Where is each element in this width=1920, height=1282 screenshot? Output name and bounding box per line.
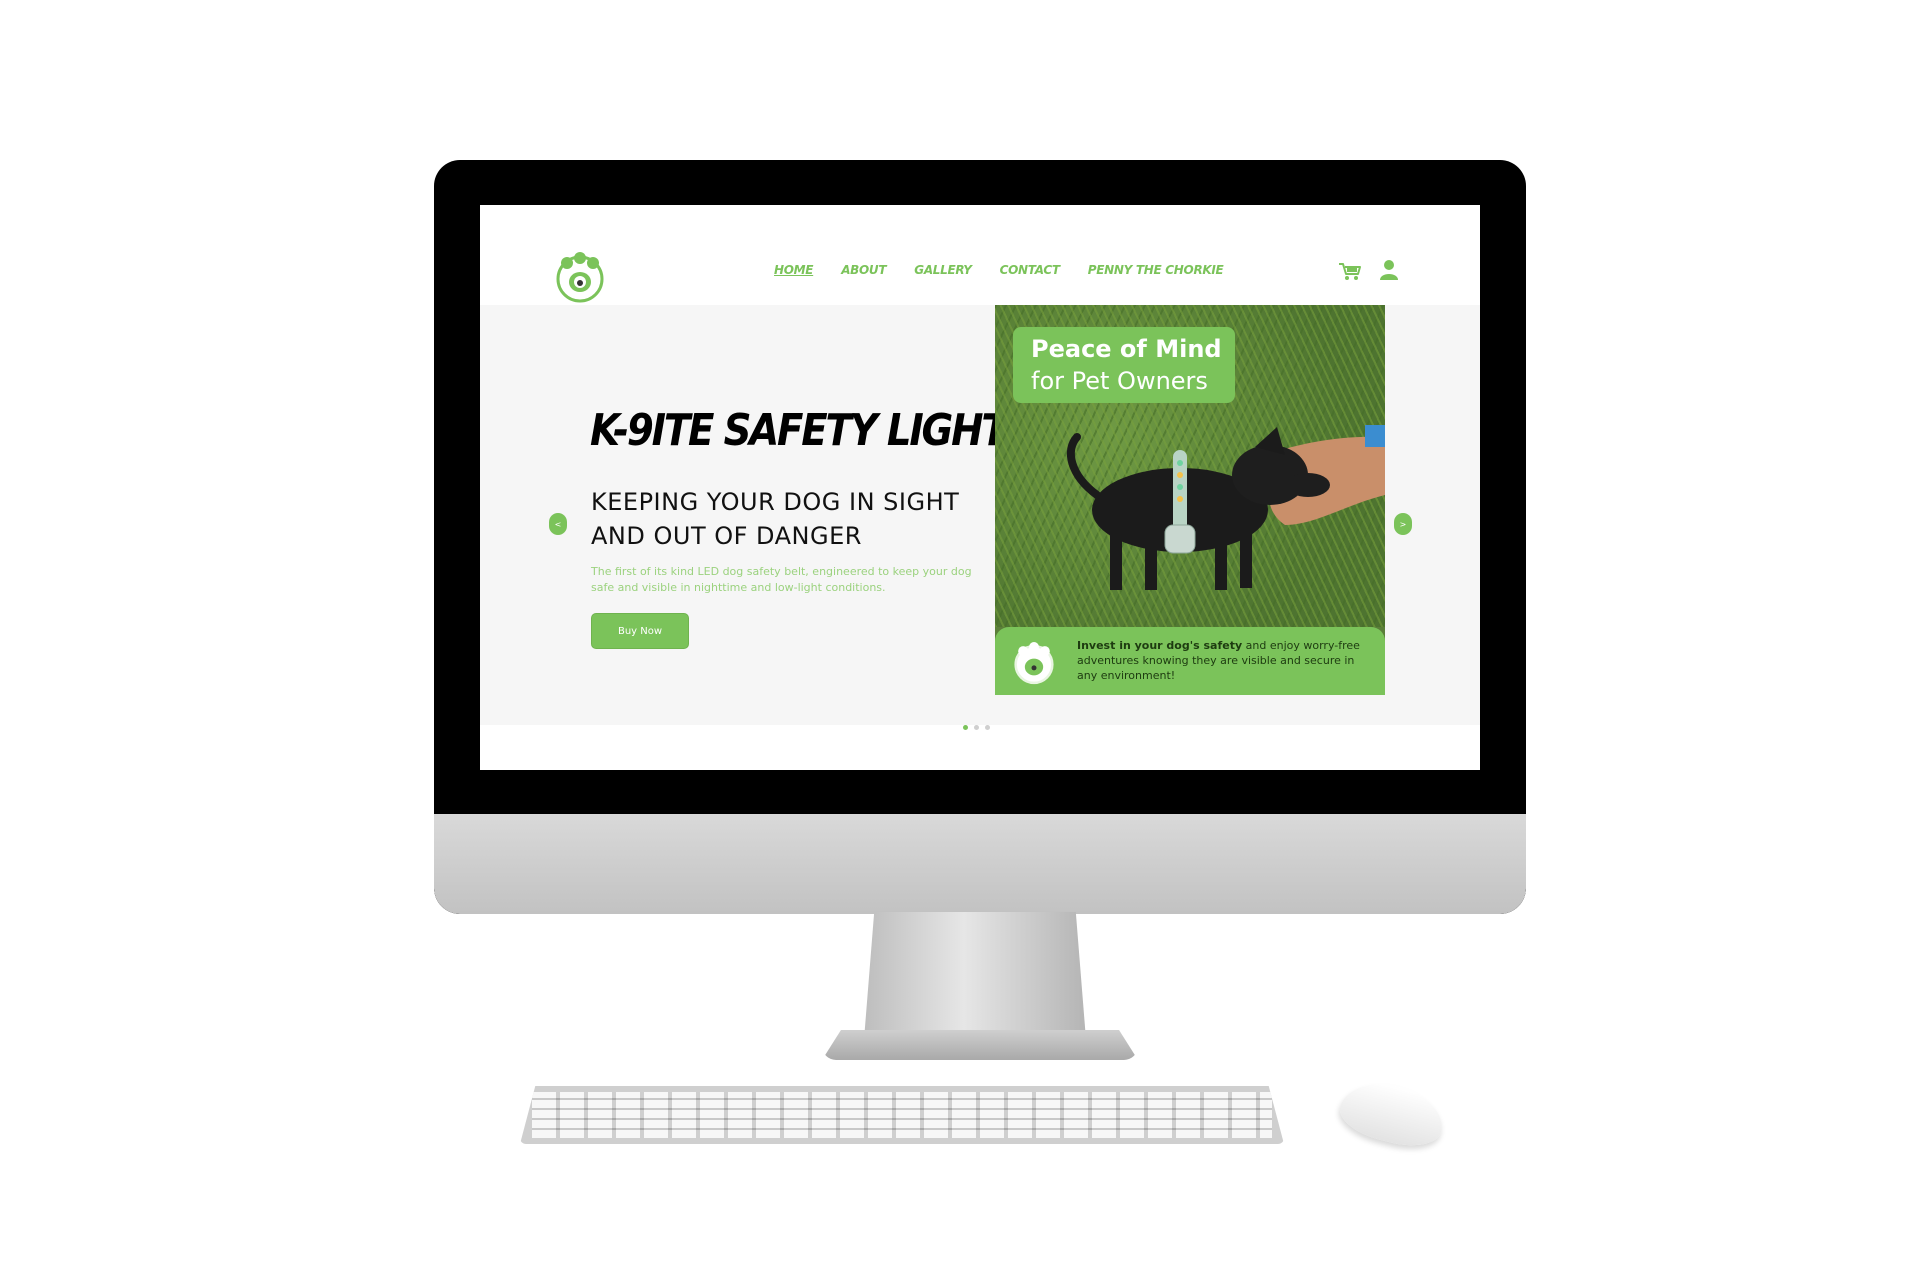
keyboard-keys: [532, 1092, 1272, 1138]
badge-headline: Peace of Mind: [1031, 335, 1222, 363]
monitor-stand-base: [822, 1030, 1138, 1060]
slider-dot-2[interactable]: [974, 725, 979, 730]
hero-subtitle-line1: KEEPING YOUR DOG IN SIGHT: [591, 488, 960, 516]
nav-about[interactable]: ABOUT: [841, 263, 886, 277]
nav-contact[interactable]: CONTACT: [1000, 263, 1060, 277]
badge-subline: for Pet Owners: [1031, 367, 1208, 395]
nav-gallery[interactable]: GALLERY: [914, 263, 972, 277]
slider-dot-3[interactable]: [985, 725, 990, 730]
nav-home[interactable]: HOME: [774, 263, 813, 277]
hero-description: The first of its kind LED dog safety bel…: [591, 565, 972, 594]
hero-subtitle: KEEPING YOUR DOG IN SIGHT AND OUT OF DAN…: [591, 485, 991, 553]
hero-subtitle-line2: AND OUT OF DANGER: [591, 522, 862, 550]
promo-footer: Invest in your dog's safety and enjoy wo…: [995, 627, 1385, 695]
hero-title: K-9ITE SAFETY LIGHT: [590, 405, 1008, 456]
monitor-chin: [434, 814, 1526, 914]
website-screen: HOME ABOUT GALLERY CONTACT PENNY THE CHO…: [480, 205, 1480, 770]
paw-logo-icon: [1014, 642, 1054, 685]
main-menu: HOME ABOUT GALLERY CONTACT PENNY THE CHO…: [774, 263, 1224, 277]
shopping-cart-icon[interactable]: [1338, 261, 1362, 281]
buy-now-button[interactable]: Buy Now: [591, 613, 689, 649]
site-header: HOME ABOUT GALLERY CONTACT PENNY THE CHO…: [480, 205, 1480, 305]
slider-prev-button[interactable]: <: [549, 513, 567, 535]
mouse: [1334, 1074, 1450, 1154]
hero-slider: < K-9ITE SAFETY LIGHT KEEPING YOUR DOG I…: [480, 305, 1480, 725]
slider-dots: [963, 725, 990, 730]
nav-penny-the-chorkie[interactable]: PENNY THE CHORKIE: [1088, 263, 1224, 277]
promo-footer-text: Invest in your dog's safety and enjoy wo…: [1077, 638, 1377, 683]
promo-footer-bold: Invest in your dog's safety: [1077, 639, 1243, 652]
paw-logo-icon[interactable]: [550, 249, 610, 303]
promo-image: Peace of Mind for Pet Owners Invest in y…: [995, 305, 1385, 695]
keyboard: [520, 1086, 1284, 1144]
slider-next-button[interactable]: >: [1394, 513, 1412, 535]
slider-dot-1[interactable]: [963, 725, 968, 730]
user-account-icon[interactable]: [1379, 259, 1399, 281]
dog-photo: [1066, 425, 1385, 590]
monitor-frame: HOME ABOUT GALLERY CONTACT PENNY THE CHO…: [434, 160, 1526, 914]
peace-of-mind-badge: Peace of Mind for Pet Owners: [1013, 327, 1235, 403]
